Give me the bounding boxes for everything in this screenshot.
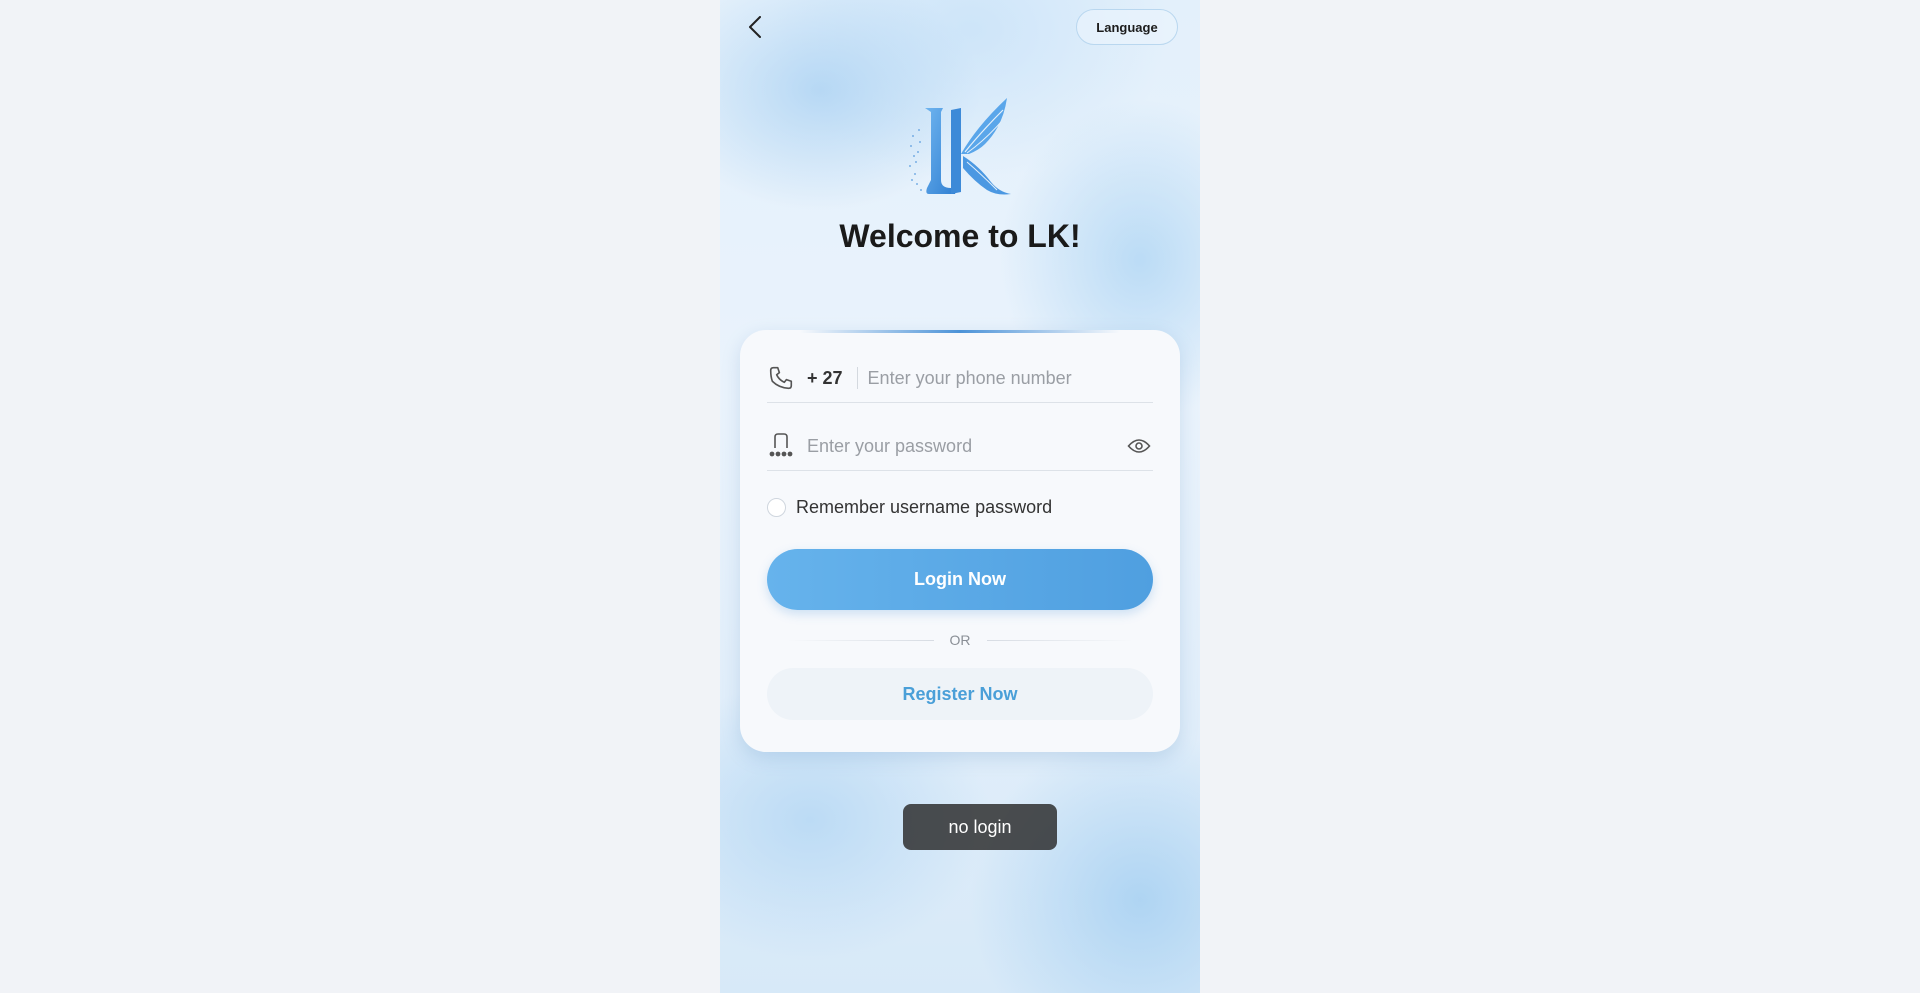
- login-screen: Language Welcome to LK! + 27 Enter your …: [720, 0, 1200, 993]
- welcome-title: Welcome to LK!: [839, 218, 1081, 254]
- phone-field: + 27: [767, 354, 1153, 403]
- language-button[interactable]: Language: [1076, 9, 1178, 45]
- phone-icon: [767, 364, 795, 392]
- password-input[interactable]: [807, 435, 1125, 457]
- password-icon: [767, 432, 795, 460]
- phone-input[interactable]: [867, 367, 1153, 389]
- divider-line-left: [787, 639, 934, 641]
- country-code[interactable]: + 27: [807, 367, 858, 389]
- card-accent-line: [800, 330, 1120, 333]
- login-card: + 27 Remem: [740, 330, 1180, 850]
- or-divider: OR: [787, 630, 1133, 650]
- or-label: OR: [949, 632, 971, 648]
- lk-logo: [907, 96, 1013, 200]
- chevron-left-icon: [749, 16, 761, 38]
- remember-radio[interactable]: [767, 497, 786, 517]
- divider-line-right: [986, 639, 1133, 641]
- login-button[interactable]: Login Now: [767, 549, 1153, 610]
- remember-label: Remember username password: [796, 496, 1053, 517]
- remember-checkbox[interactable]: Remember username password: [767, 495, 1052, 519]
- register-button[interactable]: Register Now: [767, 668, 1153, 720]
- password-field: [767, 422, 1153, 471]
- toast-message: no login: [903, 804, 1057, 850]
- eye-icon[interactable]: [1125, 432, 1153, 460]
- back-button[interactable]: [742, 13, 770, 41]
